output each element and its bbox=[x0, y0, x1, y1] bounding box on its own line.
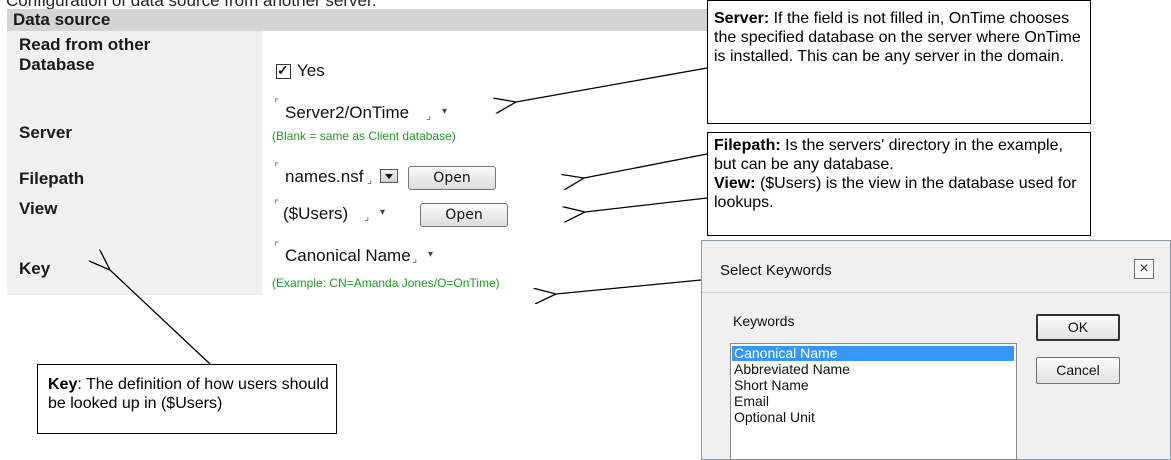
key-value-arrow bbox=[556, 279, 702, 294]
close-icon[interactable]: × bbox=[1134, 259, 1154, 279]
filepath-arrow bbox=[584, 153, 708, 178]
cancel-button[interactable]: Cancel bbox=[1036, 357, 1120, 384]
keyword-item[interactable]: Optional Unit bbox=[734, 410, 815, 425]
dialog-title: Select Keywords bbox=[720, 262, 832, 279]
keyword-item-selected[interactable]: Canonical Name bbox=[732, 346, 1014, 361]
keyword-item[interactable]: Abbreviated Name bbox=[734, 362, 850, 377]
keywords-label: Keywords bbox=[733, 313, 795, 329]
keyword-item[interactable]: Short Name bbox=[734, 378, 809, 393]
dialog-separator bbox=[702, 292, 1170, 293]
ok-button[interactable]: OK bbox=[1036, 314, 1120, 341]
view-arrow bbox=[585, 197, 708, 212]
server-arrow bbox=[516, 67, 708, 102]
keyword-item[interactable]: Email bbox=[734, 394, 769, 409]
key-label-arrow bbox=[110, 270, 211, 365]
